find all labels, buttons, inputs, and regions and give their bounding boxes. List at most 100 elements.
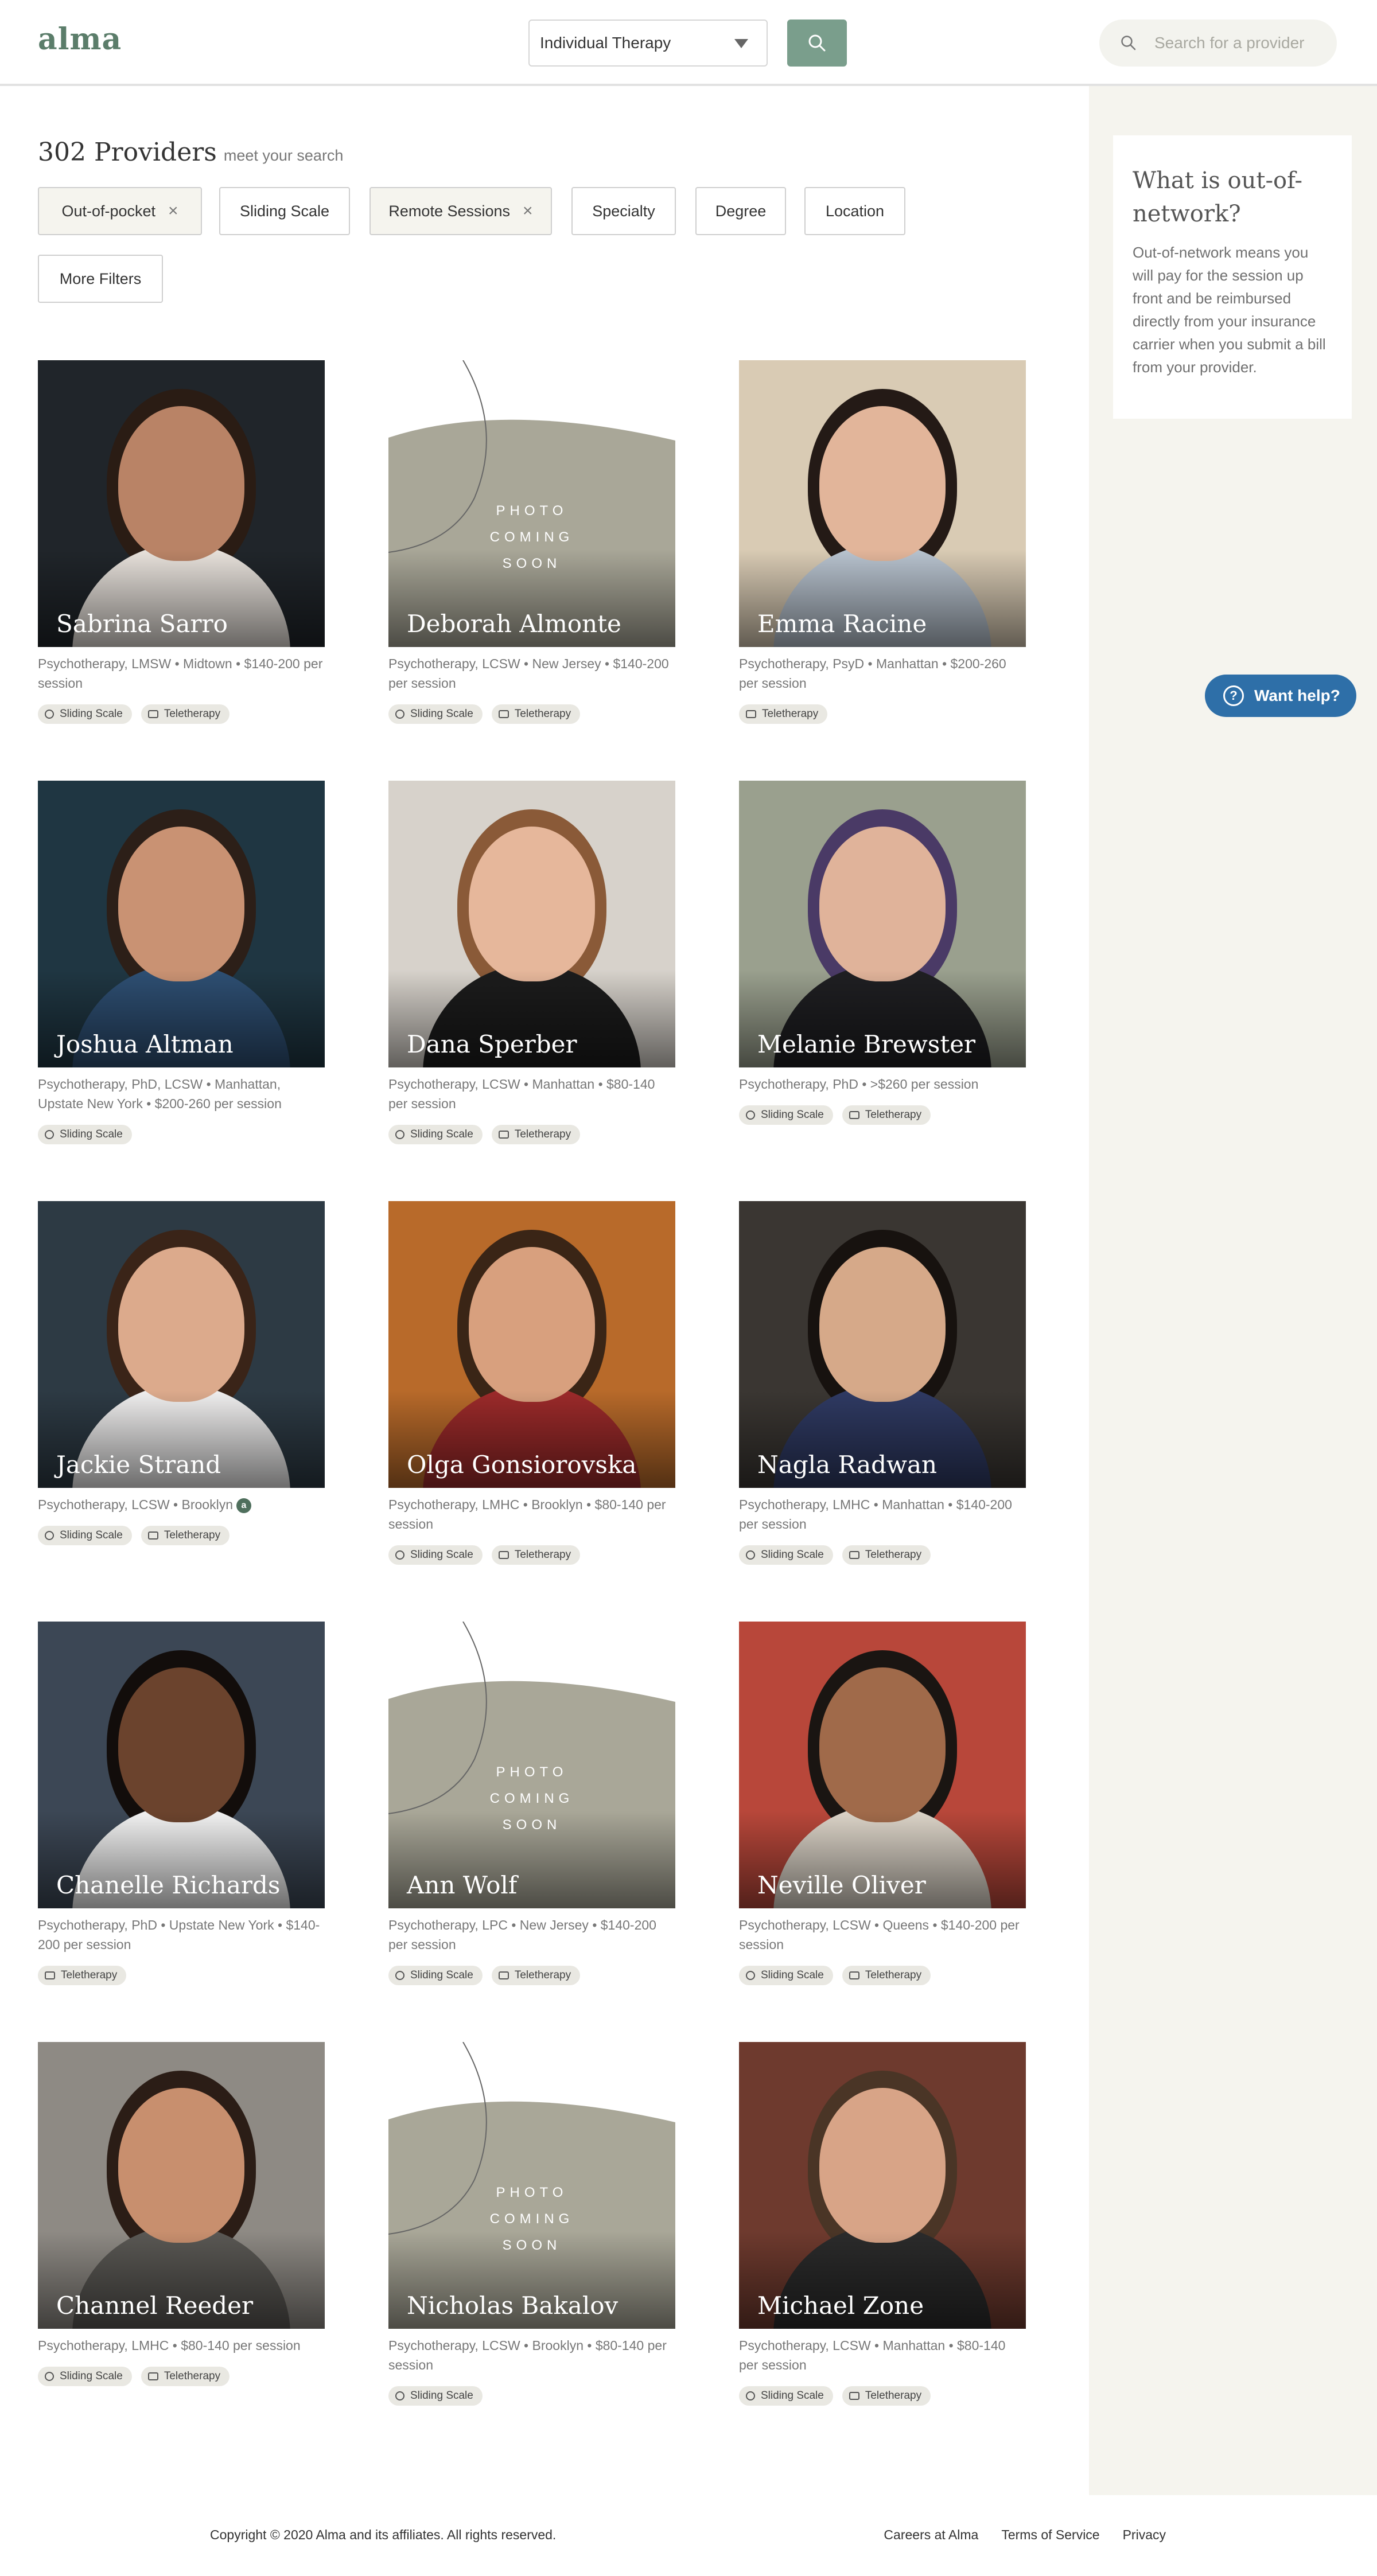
tag-label: Teletherapy xyxy=(865,2390,922,2402)
provider-name[interactable]: Chanelle Richards xyxy=(56,1871,280,1899)
sidebar xyxy=(1089,86,1377,2495)
provider-name[interactable]: Nicholas Bakalov xyxy=(407,2291,618,2320)
provider-search-input[interactable]: Search for a provider xyxy=(1099,20,1337,67)
filter-label: Location xyxy=(825,202,885,220)
provider-card[interactable]: Joshua Altman Psychotherapy, PhD, LCSW • … xyxy=(38,781,325,1144)
provider-meta: Psychotherapy, LCSW • Brooklyn a xyxy=(38,1495,325,1514)
tag-label: Teletherapy xyxy=(61,1969,118,1981)
provider-card[interactable]: Emma Racine Psychotherapy, PsyD • Manhatt… xyxy=(739,360,1026,724)
provider-name[interactable]: Dana Sperber xyxy=(407,1030,577,1058)
tag-sliding-scale: Sliding Scale xyxy=(38,1526,132,1545)
footer-links: Careers at Alma Terms of Service Privacy xyxy=(861,2527,1166,2543)
want-help-button[interactable]: ? Want help? xyxy=(1205,675,1356,717)
placeholder-line: SOON xyxy=(502,2238,562,2253)
provider-photo[interactable]: Neville Oliver xyxy=(739,1622,1026,1908)
provider-card[interactable]: Sabrina Sarro Psychotherapy, LMSW • Midto… xyxy=(38,360,325,724)
provider-card[interactable]: Melanie Brewster Psychotherapy, PhD • >$2… xyxy=(739,781,1026,1125)
therapy-type-select[interactable]: Individual Therapy xyxy=(528,20,768,67)
provider-card[interactable]: Olga Gonsiorovska Psychotherapy, LMHC • B… xyxy=(388,1201,675,1565)
chevron-down-icon xyxy=(734,39,748,48)
provider-card[interactable]: Neville Oliver Psychotherapy, LCSW • Quee… xyxy=(739,1622,1026,1985)
sliding-scale-icon xyxy=(395,1971,404,1980)
close-icon[interactable]: × xyxy=(168,201,178,221)
provider-name[interactable]: Olga Gonsiorovska xyxy=(407,1451,636,1479)
tag-label: Sliding Scale xyxy=(60,708,123,720)
placeholder-line: SOON xyxy=(502,556,562,571)
footer-copyright: Copyright © 2020 Alma and its affiliates… xyxy=(210,2527,557,2542)
photo-placeholder[interactable]: PHOTO COMING SOON Ann Wolf xyxy=(388,1622,675,1908)
filter-more-filters[interactable]: More Filters xyxy=(38,255,163,303)
alma-verified-icon: a xyxy=(236,1498,251,1513)
face-shape xyxy=(118,1247,244,1402)
provider-photo[interactable]: Chanelle Richards xyxy=(38,1622,325,1908)
provider-name[interactable]: Deborah Almonte xyxy=(407,610,621,638)
filter-degree[interactable]: Degree xyxy=(695,187,786,235)
provider-name[interactable]: Neville Oliver xyxy=(757,1871,926,1899)
provider-name[interactable]: Joshua Altman xyxy=(56,1030,234,1058)
out-of-network-card: What is out-of-network? Out-of-network m… xyxy=(1113,135,1352,419)
provider-name[interactable]: Channel Reeder xyxy=(56,2291,253,2320)
filter-remote-sessions[interactable]: Remote Sessions × xyxy=(369,187,552,235)
provider-tags: Sliding Scale Teletherapy xyxy=(388,704,675,724)
provider-name[interactable]: Michael Zone xyxy=(757,2291,924,2320)
provider-photo[interactable]: Michael Zone xyxy=(739,2042,1026,2329)
provider-photo[interactable]: Dana Sperber xyxy=(388,781,675,1067)
filter-location[interactable]: Location xyxy=(804,187,905,235)
provider-photo[interactable]: Olga Gonsiorovska xyxy=(388,1201,675,1488)
provider-meta: Psychotherapy, PhD • >$260 per session xyxy=(739,1074,1026,1094)
provider-name[interactable]: Nagla Radwan xyxy=(757,1451,937,1479)
provider-tags: Sliding Scale Teletherapy xyxy=(38,2367,325,2386)
provider-name[interactable]: Emma Racine xyxy=(757,610,927,638)
provider-photo[interactable]: Channel Reeder xyxy=(38,2042,325,2329)
filter-label: Remote Sessions xyxy=(388,202,511,220)
video-icon xyxy=(498,1971,509,1979)
alma-logo[interactable]: alma xyxy=(38,22,122,57)
footer-link-terms[interactable]: Terms of Service xyxy=(1001,2527,1099,2543)
video-icon xyxy=(147,710,158,718)
photo-placeholder[interactable]: PHOTO COMING SOON Nicholas Bakalov xyxy=(388,2042,675,2329)
provider-card[interactable]: Chanelle Richards Psychotherapy, PhD • Up… xyxy=(38,1622,325,1985)
filter-out-of-pocket[interactable]: Out-of-pocket × xyxy=(38,187,202,235)
provider-name[interactable]: Melanie Brewster xyxy=(757,1030,975,1058)
tag-sliding-scale: Sliding Scale xyxy=(38,2367,132,2386)
provider-photo[interactable]: Joshua Altman xyxy=(38,781,325,1067)
provider-card[interactable]: Channel Reeder Psychotherapy, LMHC • $80-… xyxy=(38,2042,325,2386)
provider-meta-text: Psychotherapy, LMHC • Manhattan • $140-2… xyxy=(739,1497,1012,1531)
provider-card[interactable]: PHOTO COMING SOON Ann Wolf Psychotherapy, LP… xyxy=(388,1622,675,1985)
provider-photo[interactable]: Jackie Strand xyxy=(38,1201,325,1488)
face-shape xyxy=(819,406,946,561)
filter-specialty[interactable]: Specialty xyxy=(571,187,676,235)
tag-label: Sliding Scale xyxy=(410,1549,473,1561)
tag-teletherapy: Teletherapy xyxy=(739,704,828,724)
close-icon[interactable]: × xyxy=(523,201,533,221)
footer-link-careers[interactable]: Careers at Alma xyxy=(884,2527,978,2543)
face-shape xyxy=(819,2088,946,2243)
provider-meta: Psychotherapy, LCSW • Manhattan • $80-14… xyxy=(739,2336,1026,2375)
provider-card[interactable]: Michael Zone Psychotherapy, LCSW • Manhat… xyxy=(739,2042,1026,2406)
provider-photo[interactable]: Emma Racine xyxy=(739,360,1026,647)
tag-teletherapy: Teletherapy xyxy=(491,1125,581,1144)
filter-sliding-scale[interactable]: Sliding Scale xyxy=(219,187,350,235)
photo-placeholder[interactable]: PHOTO COMING SOON Deborah Almonte xyxy=(388,360,675,647)
tag-teletherapy: Teletherapy xyxy=(842,1545,931,1565)
provider-photo[interactable]: Nagla Radwan xyxy=(739,1201,1026,1488)
provider-name[interactable]: Ann Wolf xyxy=(407,1871,517,1899)
results-header: 302 Providers meet your search xyxy=(38,138,343,167)
provider-card[interactable]: Jackie Strand Psychotherapy, LCSW • Brook… xyxy=(38,1201,325,1545)
placeholder-line: PHOTO xyxy=(496,2185,568,2200)
footer-link-privacy[interactable]: Privacy xyxy=(1123,2527,1166,2543)
tag-label: Sliding Scale xyxy=(410,1128,473,1140)
provider-name[interactable]: Jackie Strand xyxy=(56,1451,221,1479)
provider-name[interactable]: Sabrina Sarro xyxy=(56,610,228,638)
provider-card[interactable]: Dana Sperber Psychotherapy, LCSW • Manhat… xyxy=(388,781,675,1144)
face-shape xyxy=(819,827,946,981)
provider-card[interactable]: PHOTO COMING SOON Nicholas Bakalov Psychothe… xyxy=(388,2042,675,2406)
provider-card[interactable]: PHOTO COMING SOON Deborah Almonte Psychother… xyxy=(388,360,675,724)
tag-label: Teletherapy xyxy=(164,708,221,720)
tag-label: Teletherapy xyxy=(514,1549,571,1561)
video-icon xyxy=(498,710,509,718)
provider-photo[interactable]: Melanie Brewster xyxy=(739,781,1026,1067)
search-button[interactable] xyxy=(787,20,847,67)
provider-card[interactable]: Nagla Radwan Psychotherapy, LMHC • Manhat… xyxy=(739,1201,1026,1565)
provider-photo[interactable]: Sabrina Sarro xyxy=(38,360,325,647)
